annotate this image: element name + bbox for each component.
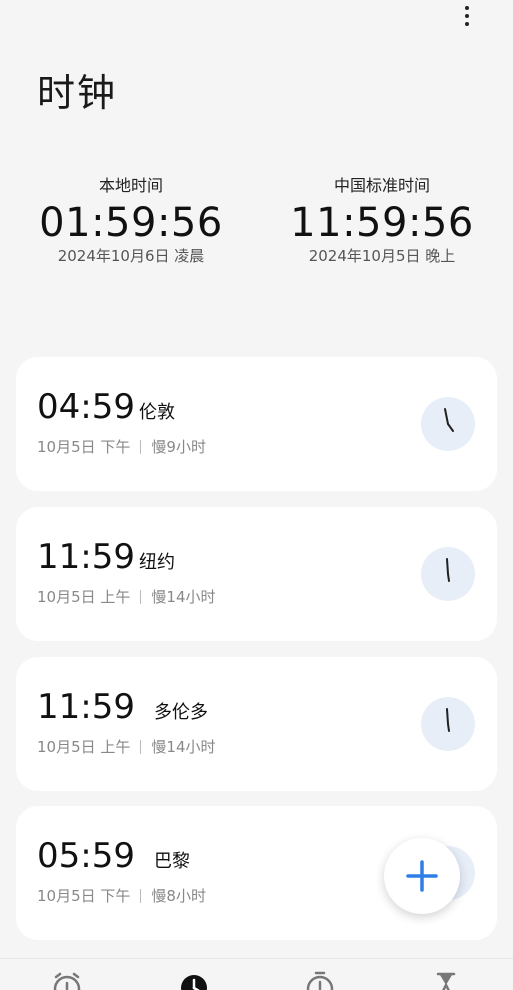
nav-alarm[interactable] xyxy=(51,971,83,990)
local-time-value: 01:59:56 xyxy=(39,200,223,246)
analog-clock-icon xyxy=(421,697,475,751)
timer-icon xyxy=(436,972,456,990)
city-card-toronto[interactable]: 11:59 多伦多 10月5日 上午 慢14小时 xyxy=(16,657,497,791)
city-time: 11:59 xyxy=(37,537,135,577)
more-dot xyxy=(465,14,469,18)
city-info: 10月5日 下午 慢8小时 xyxy=(37,886,206,906)
nav-timer[interactable] xyxy=(430,971,462,990)
add-city-button[interactable] xyxy=(384,838,460,914)
analog-clock-icon xyxy=(421,397,475,451)
city-info: 10月5日 上午 慢14小时 xyxy=(37,587,216,607)
local-time-block: 本地时间 01:59:56 2024年10月6日 凌晨 xyxy=(21,175,241,267)
more-dot xyxy=(465,6,469,10)
city-info: 10月5日 上午 慢14小时 xyxy=(37,737,216,757)
dual-clock: 本地时间 01:59:56 2024年10月6日 凌晨 中国标准时间 11:59… xyxy=(0,175,513,285)
home-time-label: 中国标准时间 xyxy=(333,176,430,195)
city-name: 巴黎 xyxy=(154,851,190,872)
home-time-block: 中国标准时间 11:59:56 2024年10月5日 晚上 xyxy=(272,175,492,267)
city-date: 10月5日 下午 xyxy=(37,887,131,905)
local-date: 2024年10月6日 凌晨 xyxy=(57,247,205,265)
page-title: 时钟 xyxy=(37,71,118,115)
local-time-label: 本地时间 xyxy=(98,176,163,195)
divider xyxy=(140,440,142,454)
plus-icon xyxy=(406,860,438,892)
bottom-nav xyxy=(0,958,513,990)
divider xyxy=(140,889,142,903)
city-name: 纽约 xyxy=(139,552,175,573)
nav-clock[interactable] xyxy=(178,971,210,990)
analog-clock-icon xyxy=(421,547,475,601)
divider xyxy=(140,590,142,604)
city-date: 10月5日 下午 xyxy=(37,438,131,456)
divider xyxy=(140,740,142,754)
city-offset: 慢14小时 xyxy=(151,588,216,606)
city-info: 10月5日 下午 慢9小时 xyxy=(37,437,206,457)
city-card-new-york[interactable]: 11:59 纽约 10月5日 上午 慢14小时 xyxy=(16,507,497,641)
more-vert-icon[interactable] xyxy=(457,2,477,30)
home-time-value: 11:59:56 xyxy=(290,200,474,246)
city-name: 多伦多 xyxy=(154,702,208,723)
nav-stopwatch[interactable] xyxy=(304,971,336,990)
stopwatch-icon xyxy=(306,971,334,990)
city-date: 10月5日 上午 xyxy=(37,738,131,756)
city-offset: 慢8小时 xyxy=(151,887,206,905)
city-offset: 慢14小时 xyxy=(151,738,216,756)
city-card-london[interactable]: 04:59 伦敦 10月5日 下午 慢9小时 xyxy=(16,357,497,491)
city-name: 伦敦 xyxy=(139,402,175,423)
city-date: 10月5日 上午 xyxy=(37,588,131,606)
city-offset: 慢9小时 xyxy=(151,438,206,456)
city-time: 05:59 xyxy=(37,836,135,876)
city-time: 11:59 xyxy=(37,687,135,727)
city-time: 04:59 xyxy=(37,387,135,427)
more-dot xyxy=(465,22,469,26)
clock-icon xyxy=(181,975,207,990)
alarm-icon xyxy=(53,972,81,990)
home-date: 2024年10月5日 晚上 xyxy=(308,247,456,265)
